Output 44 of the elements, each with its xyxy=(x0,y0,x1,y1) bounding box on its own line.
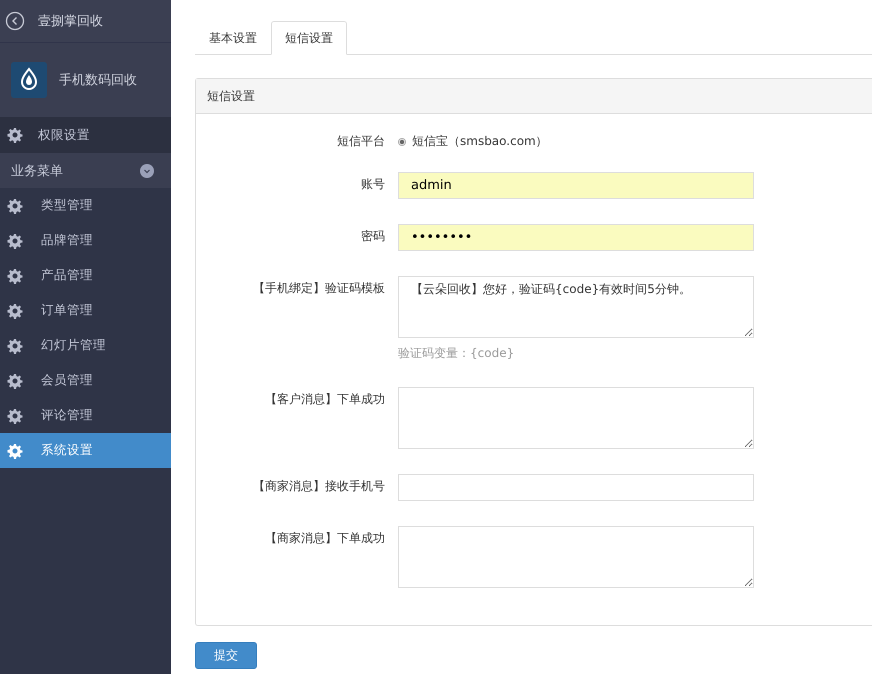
sidebar-item[interactable]: 会员管理 xyxy=(0,363,171,398)
tab[interactable]: 基本设置 xyxy=(195,21,271,55)
sidebar-item[interactable]: 产品管理 xyxy=(0,258,171,293)
submit-button[interactable]: 提交 xyxy=(195,642,257,669)
field-label: 【手机绑定】验证码模板 xyxy=(252,280,385,297)
gear-icon xyxy=(7,338,23,354)
sidebar-item[interactable]: 权限设置 xyxy=(0,117,171,153)
radio-icon[interactable] xyxy=(398,138,406,146)
panel-header: 短信设置 xyxy=(196,79,872,114)
input-field[interactable] xyxy=(398,474,754,501)
field-label: 密码 xyxy=(360,228,385,245)
gear-icon xyxy=(7,372,23,388)
gear-icon xyxy=(7,232,23,248)
back-icon[interactable] xyxy=(5,11,25,31)
text-area[interactable] xyxy=(398,526,754,588)
gear-icon xyxy=(7,127,23,143)
chevron-icon xyxy=(140,164,154,178)
sidebar-item[interactable]: 评论管理 xyxy=(0,398,171,433)
field-label: 【客户消息】下单成功 xyxy=(264,391,385,408)
brand-name: 手机数码回收 xyxy=(59,72,137,89)
app-title: 壹捌掌回收 xyxy=(38,13,103,30)
input-field[interactable]: •••••••• xyxy=(398,224,754,251)
gear-icon xyxy=(7,198,23,214)
gear-icon xyxy=(7,302,23,318)
field-label: 【商家消息】接收手机号 xyxy=(252,478,385,495)
sidebar-item[interactable]: 幻灯片管理 xyxy=(0,328,171,363)
gear-icon xyxy=(7,268,23,284)
sidebar-item[interactable]: 系统设置 xyxy=(0,433,171,468)
text-area[interactable] xyxy=(398,387,754,449)
gear-icon xyxy=(7,442,23,458)
radio-option[interactable]: 短信宝（smsbao.com） xyxy=(398,129,548,150)
sidebar-item[interactable]: 品牌管理 xyxy=(0,223,171,258)
text-area[interactable]: 【云朵回收】您好，验证码{code}有效时间5分钟。 xyxy=(398,276,754,338)
gear-icon xyxy=(7,408,23,424)
input-field[interactable]: admin xyxy=(398,172,754,199)
drop-logo-icon xyxy=(11,62,47,98)
sidebar-item[interactable]: 订单管理 xyxy=(0,293,171,328)
sidebar-item[interactable]: 类型管理 xyxy=(0,188,171,223)
tab[interactable]: 短信设置 xyxy=(271,21,347,55)
field-label: 【商家消息】下单成功 xyxy=(264,530,385,547)
field-label: 账号 xyxy=(360,176,385,193)
hint-text: 验证码变量：{code} xyxy=(398,345,516,362)
field-label: 短信平台 xyxy=(336,133,385,150)
menu-section[interactable]: 业务菜单 xyxy=(0,153,171,188)
